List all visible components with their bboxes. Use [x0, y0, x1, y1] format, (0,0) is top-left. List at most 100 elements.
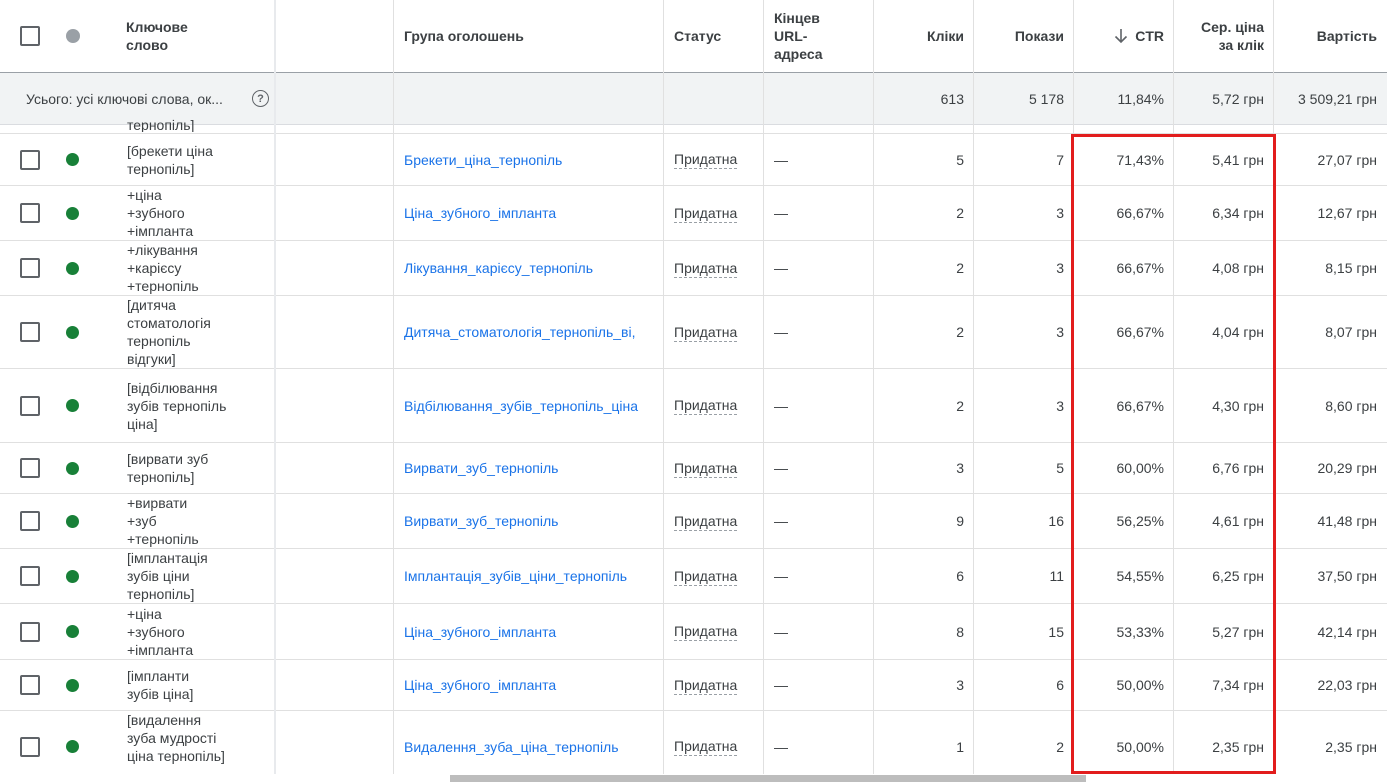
enabled-status-icon [66, 206, 79, 220]
keyword-cell[interactable]: [видалення зуба мудрості ціна тернопіль] [127, 711, 237, 782]
keyword-cell[interactable]: +лікування +карієсу +тернопіль [127, 241, 227, 295]
clicks-value: 3 [956, 677, 964, 693]
clicks-value: 2 [956, 324, 964, 340]
ad-group-link[interactable]: Вирвати_зуб_тернопіль [404, 460, 558, 476]
status-text[interactable]: Придатна [674, 567, 738, 586]
status-text[interactable]: Придатна [674, 512, 738, 531]
keyword-text: +ціна +зубного +імпланта [127, 605, 194, 658]
help-icon[interactable]: ? [252, 90, 269, 107]
status-text[interactable]: Придатна [674, 204, 738, 223]
row-checkbox[interactable] [20, 258, 40, 278]
status-text[interactable]: Придатна [674, 396, 738, 415]
row-checkbox[interactable] [20, 736, 40, 757]
row-checkbox[interactable] [20, 511, 40, 531]
ad-group-cell: Ціна_зубного_імпланта [404, 186, 654, 240]
ad-group-cell: Видалення_зуба_ціна_тернопіль [404, 711, 654, 782]
status-text[interactable]: Придатна [674, 737, 738, 756]
ad-group-link[interactable]: Видалення_зуба_ціна_тернопіль [404, 739, 619, 755]
keyword-header[interactable]: Ключове слово [126, 0, 236, 72]
keyword-cell[interactable]: [імпланти зубів ціна] [127, 660, 227, 710]
cost-cell: 20,29 грн [1274, 443, 1387, 493]
keyword-cell[interactable]: [відбілювання зубів тернопіль ціна] [127, 369, 237, 442]
row-checkbox[interactable] [20, 322, 40, 342]
cost-header[interactable]: Вартість [1274, 0, 1387, 72]
row-checkbox[interactable] [20, 566, 40, 586]
column-divider [393, 0, 394, 774]
final-url-header[interactable]: Кінцев URL-адреса [774, 0, 866, 72]
status-text[interactable]: Придатна [674, 676, 738, 695]
final-url-text: — [774, 260, 788, 276]
ad-group-link[interactable]: Дитяча_стоматологія_тернопіль_ві, [404, 324, 635, 340]
ad-group-link[interactable]: Ціна_зубного_імпланта [404, 624, 556, 640]
ad-group-link[interactable]: Брекети_ціна_тернопіль [404, 152, 562, 168]
ad-group-cell: Вирвати_зуб_тернопіль [404, 494, 654, 548]
table-row: [імплантація зубів ціни тернопіль] Імпла… [0, 549, 1387, 604]
ad-group-link[interactable]: Імплантація_зубів_ціни_тернопіль [404, 568, 627, 584]
clicks-value: 6 [956, 568, 964, 584]
clicks-value: 8 [956, 623, 964, 640]
clicks-cell: 5 [874, 134, 974, 185]
column-divider [973, 0, 974, 774]
keyword-cell[interactable]: +вирвати +зуб +тернопіль [127, 494, 227, 548]
totals-avg-cpc: 5,72 грн [1174, 73, 1274, 124]
row-select-cell [20, 443, 44, 493]
ad-group-link[interactable]: Відбілювання_зубів_тернопіль_ціна [404, 398, 638, 414]
avg-cpc-value: 6,76 грн [1212, 460, 1264, 476]
keyword-text: [імпланти зубів ціна] [127, 668, 194, 702]
ad-group-header[interactable]: Група оголошень [404, 0, 654, 72]
row-status-cell [66, 369, 86, 442]
ctr-cell: 53,33% [1074, 604, 1174, 659]
table-row: [імпланти зубів ціна] Ціна_зубного_імпла… [0, 660, 1387, 711]
impressions-value: 3 [1056, 324, 1064, 340]
ctr-cell: 56,25% [1074, 494, 1174, 548]
row-status-cell [66, 604, 86, 659]
keyword-cell[interactable]: +ціна +зубного +імпланта [127, 186, 227, 240]
impressions-value: 11 [1049, 568, 1064, 584]
table-row: [видалення зуба мудрості ціна тернопіль]… [0, 711, 1387, 782]
keyword-cell[interactable]: [дитяча стоматологія тернопіль відгуки] [127, 296, 237, 368]
row-checkbox[interactable] [20, 458, 40, 478]
status-cell: Придатна [674, 549, 754, 603]
avg-cpc-value: 4,08 грн [1212, 260, 1264, 276]
ad-group-link[interactable]: Вирвати_зуб_тернопіль [404, 513, 558, 529]
clicks-value: 3 [956, 460, 964, 476]
totals-cost: 3 509,21 грн [1274, 73, 1387, 124]
ad-group-link[interactable]: Ціна_зубного_імпланта [404, 677, 556, 693]
row-checkbox[interactable] [20, 621, 40, 642]
keyword-cell[interactable]: +ціна +зубного +імпланта [127, 604, 227, 659]
clicks-value: 5 [956, 151, 964, 168]
status-text[interactable]: Придатна [674, 622, 738, 641]
clicks-header[interactable]: Кліки [874, 0, 974, 72]
impressions-header[interactable]: Покази [974, 0, 1074, 72]
ad-group-link[interactable]: Лікування_карієсу_тернопіль [404, 260, 593, 276]
impressions-value: 16 [1048, 513, 1064, 529]
cost-cell: 12,67 грн [1274, 186, 1387, 240]
final-url-cell: — [774, 494, 864, 548]
cost-cell: 27,07 грн [1274, 134, 1387, 185]
status-text[interactable]: Придатна [674, 259, 738, 278]
row-checkbox[interactable] [20, 675, 40, 695]
ad-group-link[interactable]: Ціна_зубного_імпланта [404, 205, 556, 221]
totals-avg-cpc-value: 5,72 грн [1212, 90, 1264, 107]
enabled-status-icon [66, 325, 79, 339]
row-checkbox[interactable] [20, 395, 40, 416]
keyword-text: +ціна +зубного +імпланта [127, 187, 194, 239]
status-text[interactable]: Придатна [674, 150, 738, 169]
keyword-cell[interactable]: [вирвати зуб тернопіль] [127, 443, 237, 493]
keyword-cell[interactable]: [брекети ціна тернопіль] [127, 134, 247, 185]
row-select-cell [20, 549, 44, 603]
ad-group-cell: Дитяча_стоматологія_тернопіль_ві, [404, 296, 654, 368]
status-text[interactable]: Придатна [674, 459, 738, 478]
clicks-cell: 3 [874, 660, 974, 710]
status-text[interactable]: Придатна [674, 323, 738, 342]
horizontal-scrollbar-thumb[interactable] [450, 775, 1086, 782]
table-row: [брекети ціна тернопіль] Брекети_ціна_те… [0, 134, 1387, 186]
ctr-header[interactable]: CTR [1074, 0, 1174, 72]
select-all-checkbox[interactable] [20, 26, 40, 46]
keyword-cell[interactable]: [імплантація зубів ціни тернопіль] [127, 549, 237, 603]
row-checkbox[interactable] [20, 203, 40, 223]
avg-cpc-header[interactable]: Сер. ціна за клік [1174, 0, 1274, 72]
final-url-text: — [774, 568, 788, 584]
row-checkbox[interactable] [20, 149, 40, 170]
status-header[interactable]: Статус [674, 0, 754, 72]
